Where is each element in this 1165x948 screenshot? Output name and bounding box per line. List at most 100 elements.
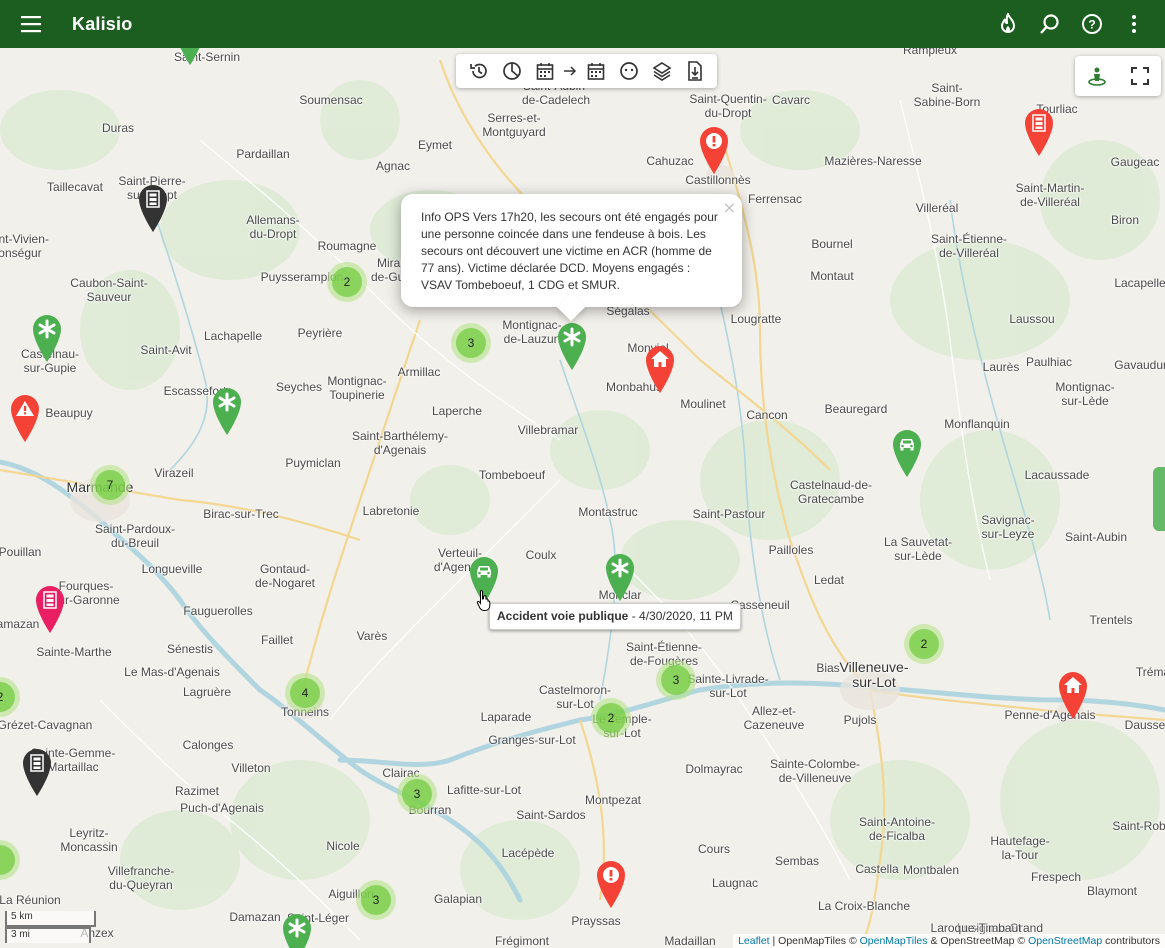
cluster-count: 4 (290, 678, 320, 708)
place-label: Longueville (141, 562, 203, 576)
place-label: Lacapelle (1114, 276, 1165, 290)
export-button[interactable] (678, 54, 711, 88)
place-label: Bias (816, 661, 840, 675)
place-label: Eymet (417, 138, 453, 152)
cluster-count (0, 845, 15, 875)
layers-icon (651, 62, 672, 81)
event-marker-house[interactable] (644, 344, 676, 394)
side-panel-handle[interactable] (1153, 467, 1165, 531)
place-label: Pailloles (768, 543, 814, 557)
place-label: Ferrensac (747, 192, 803, 206)
place-label: Lacaussade (1024, 468, 1090, 482)
marker-cluster[interactable]: 4 (285, 673, 325, 713)
place-label: Hautefage- la-Tour (990, 834, 1050, 862)
place-label: Castella (855, 862, 899, 876)
event-marker-asterisk[interactable] (211, 386, 243, 436)
cluster-count: 2 (332, 267, 362, 297)
place-label: Peyrière (297, 326, 343, 340)
end-date-button[interactable] (579, 54, 612, 88)
openstreetmap-link[interactable]: OpenStreetMap (1028, 935, 1102, 947)
cluster-count: 3 (661, 665, 691, 695)
fullscreen-icon (1130, 67, 1149, 85)
event-marker-hydrant[interactable] (34, 584, 66, 634)
marker-cluster[interactable]: 7 (90, 465, 130, 505)
marker-cluster[interactable]: 2 (327, 262, 367, 302)
event-marker-car[interactable] (891, 428, 923, 478)
alert-circle-icon (700, 127, 728, 174)
fullscreen-button[interactable] (1118, 56, 1161, 96)
event-marker-asterisk[interactable] (604, 552, 636, 602)
attrib-text: & OpenStreetMap © (927, 935, 1029, 947)
place-label: Villeréal (915, 201, 959, 215)
menu-icon (21, 16, 41, 33)
marker-cluster[interactable]: 2 (904, 624, 944, 664)
place-label: Montignac- Toupinerie (327, 374, 387, 402)
event-marker-house[interactable] (1057, 670, 1089, 720)
search-button[interactable] (1029, 0, 1071, 48)
place-label: La Réunion (0, 893, 61, 907)
layers-button[interactable] (645, 54, 678, 88)
place-label: Villefranche- du-Queyran (107, 864, 175, 892)
place-label: Frégimont (494, 934, 550, 948)
event-marker-green-top[interactable] (174, 48, 206, 66)
flame-icon (1000, 13, 1016, 33)
app-title: Kalisio (72, 13, 133, 34)
place-label: Villebramar (517, 423, 579, 437)
openmaptiles-link[interactable]: OpenMapTiles (860, 935, 928, 947)
cluster-count: 3 (402, 779, 432, 809)
map-view[interactable]: Saint-SerninSoumensacDurasPardaillanSain… (0, 48, 1165, 948)
place-label: Lafitte-sur-Lot (446, 783, 522, 797)
marker-cluster[interactable]: 3 (356, 880, 396, 920)
pie-chart-icon (502, 62, 521, 80)
fire-button[interactable] (987, 0, 1029, 48)
leaflet-link[interactable]: Leaflet (738, 935, 770, 947)
event-marker-alert[interactable] (595, 859, 627, 909)
event-marker-asterisk[interactable] (281, 912, 313, 948)
place-label: Saint-Étienne- de-Villeréal (930, 232, 1008, 260)
place-label: Saint- Sabine-Born (913, 81, 981, 109)
event-marker-warning[interactable] (9, 393, 41, 443)
place-label: Birac-sur-Trec (203, 507, 279, 521)
marker-cluster[interactable]: 2 (591, 698, 631, 738)
place-label: Cavarc (771, 93, 811, 107)
place-label: Sainte-Marthe (36, 645, 112, 659)
marker-cluster[interactable]: 3 (656, 660, 696, 700)
place-label: Sainte-Colombe- de-Villeneuve (769, 757, 861, 785)
place-label: Tréma (1135, 665, 1165, 679)
event-marker-hydrant[interactable] (1023, 107, 1055, 157)
event-marker-hydrant[interactable] (137, 183, 169, 233)
menu-button[interactable] (0, 0, 64, 48)
place-label: Nicole (326, 839, 360, 853)
history-button[interactable] (462, 54, 495, 88)
place-label: Allemans- du-Dropt (246, 213, 300, 241)
place-label: Saint-Sardos (516, 808, 586, 822)
place-label: Frespech (1030, 870, 1082, 884)
place-label: Rampieux (902, 48, 958, 57)
place-label: Monflanquin (944, 417, 1010, 431)
scale-km: 5 km (5, 911, 96, 927)
marker-cluster[interactable]: 3 (397, 774, 437, 814)
event-marker-asterisk[interactable] (556, 321, 588, 371)
more-options-button[interactable] (1113, 0, 1155, 48)
event-marker-alert[interactable] (698, 125, 730, 175)
hand-cursor-icon (476, 589, 492, 616)
place-label: Saint-Vivien- Monségur (0, 232, 49, 260)
place-label: Coulx (525, 548, 557, 562)
hydrant-icon (36, 586, 64, 633)
warning-icon (11, 395, 39, 442)
popup-close-button[interactable]: × (723, 198, 736, 217)
marker-cluster[interactable]: 3 (451, 323, 491, 363)
start-date-button[interactable] (528, 54, 561, 88)
status-button[interactable] (612, 54, 645, 88)
app-root: Kalisio ? Saint-Sernin Soumensac Duras P… (0, 0, 1165, 948)
asterisk-icon (33, 315, 61, 362)
geolocate-button[interactable] (1075, 56, 1118, 96)
place-label: Blaymont (1086, 884, 1138, 898)
event-marker-asterisk[interactable] (31, 313, 63, 363)
help-button[interactable]: ? (1071, 0, 1113, 48)
place-label: Montastruc (578, 505, 638, 519)
event-marker-hydrant[interactable] (21, 747, 53, 797)
place-label: Granges-sur-Lot (488, 733, 576, 747)
chart-button[interactable] (495, 54, 528, 88)
attrib-text: contributors (1102, 935, 1160, 947)
